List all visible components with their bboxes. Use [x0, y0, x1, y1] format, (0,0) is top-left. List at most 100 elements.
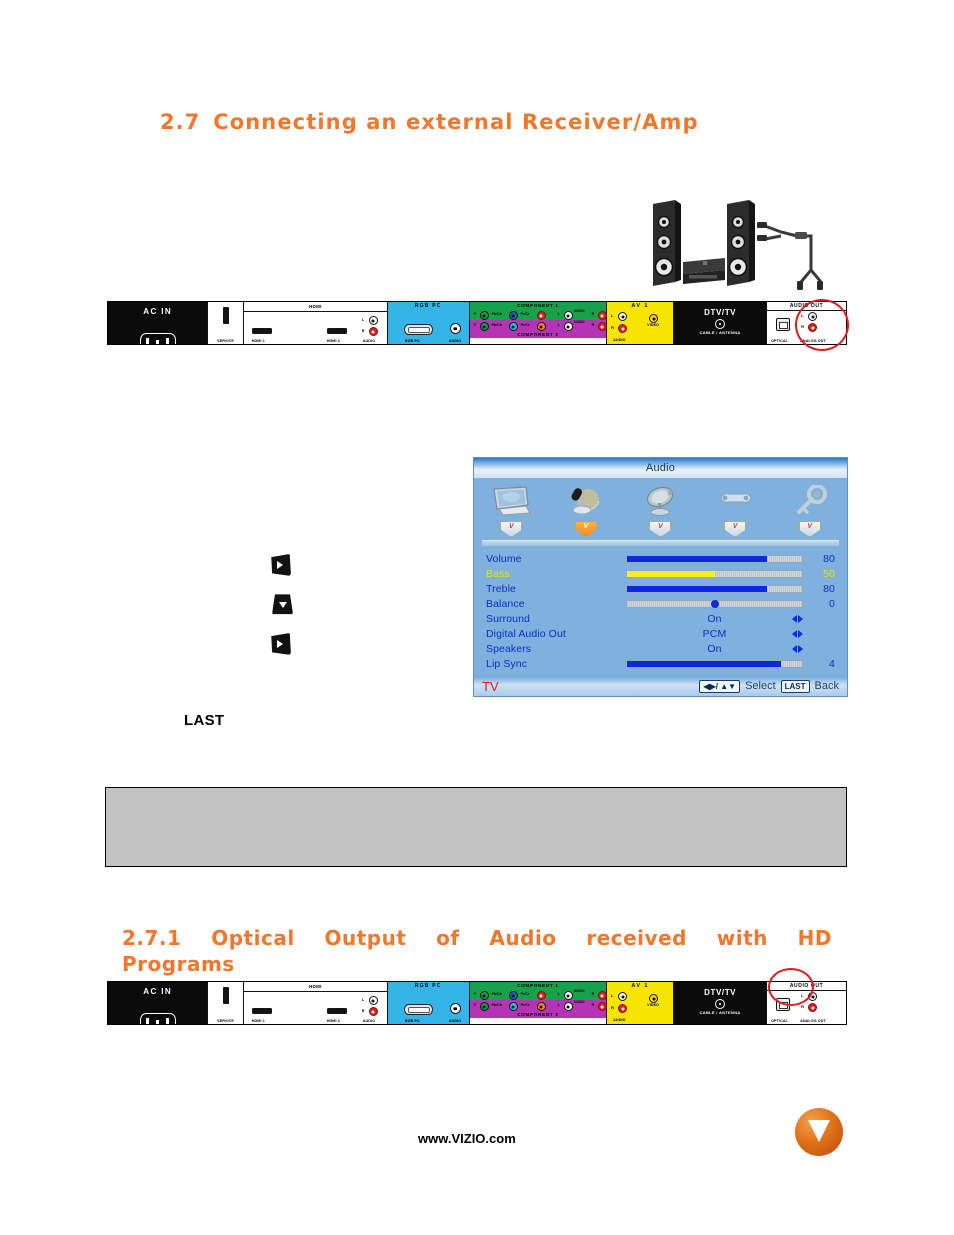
- service-port-icon: [222, 987, 229, 1004]
- hdmi-audio-r-jack-icon: [368, 1007, 378, 1016]
- av1-audio-l-label: L: [611, 993, 614, 998]
- osd-category-audio[interactable]: V: [555, 481, 617, 537]
- component1-pr-label: Pr/Cr: [520, 992, 530, 996]
- rgb-pc-audio-jack-icon: [449, 323, 461, 334]
- osd-row-balance[interactable]: Balance 0: [486, 596, 835, 611]
- analog-out-r-label: R: [801, 1004, 804, 1009]
- panel-zone-service: SERVICE: [208, 302, 244, 344]
- osd-value-balance: 0: [829, 597, 835, 610]
- osd-row-speakers[interactable]: Speakers On: [486, 641, 835, 656]
- ac-in-label: AC IN: [143, 307, 173, 316]
- last-key-icon: LAST: [780, 679, 810, 693]
- component1-audio-r-jack-icon: [597, 991, 607, 1000]
- component1-y-jack-icon: [479, 991, 489, 1000]
- hdmi2-label: HDMI 2: [326, 338, 340, 343]
- panel-zone-hdmi: HDMI HDMI 1 HDMI 2 L R AUDIO: [243, 302, 388, 344]
- osd-control-volume[interactable]: [626, 551, 803, 566]
- hdmi-audio-label: AUDIO: [362, 338, 376, 343]
- analog-out-label: ANALOG OUT: [800, 1018, 826, 1023]
- panel-zone-rgb-pc: RGB PC RGB PC AUDIO: [387, 302, 470, 344]
- footer-url[interactable]: www.VIZIO.com: [418, 1131, 516, 1146]
- right-speaker-icon: [727, 200, 755, 286]
- osd-category-tuner[interactable]: V: [629, 481, 691, 537]
- component2-jacks: Y Pb/Cb Pr/Cr L AUDIO R: [469, 1000, 607, 1011]
- component1-y-label: Y: [473, 312, 477, 316]
- tv-monitor-icon: [480, 481, 542, 521]
- osd-category-picture[interactable]: V: [480, 481, 542, 537]
- arrow-keys-icon: ◀▶/ ▲▼: [699, 679, 741, 693]
- section-2-7-1-line2: Programs: [122, 952, 235, 977]
- vizio-logo-icon: [795, 1108, 843, 1156]
- section-2-7-1-word-2: of: [436, 926, 460, 950]
- osd-back-hint: Back: [814, 680, 839, 692]
- component2-audio-r-jack-icon: [597, 322, 607, 331]
- optical-label: OPTICAL: [771, 338, 788, 343]
- panel-zone-ac-in: AC IN: [108, 302, 209, 344]
- component1-audio-label: AUDIO: [573, 309, 585, 313]
- left-right-arrows-icon[interactable]: [792, 629, 803, 638]
- receiver-amp-illustration: [645, 196, 845, 296]
- component2-audio-l-jack-icon: [563, 1002, 573, 1011]
- av1-audio-l-jack-icon: [618, 992, 628, 1001]
- osd-control-treble[interactable]: [626, 581, 803, 596]
- osd-row-volume[interactable]: Volume 80: [486, 551, 835, 566]
- osd-category-parental[interactable]: V: [779, 481, 841, 537]
- left-right-arrows-icon[interactable]: [792, 644, 803, 653]
- analog-out-l-label: L: [801, 313, 804, 318]
- remote-right-arrow-button-1[interactable]: [271, 554, 291, 576]
- component2-pr-label: Pr/Cr: [520, 323, 530, 327]
- service-port-icon: [222, 307, 229, 324]
- component2-audio-l-jack-icon: [563, 322, 573, 331]
- av1-audio-label: AUDIO: [613, 338, 626, 342]
- section-2-7-1-heading: 2.7.1 Optical Output of Audio received w…: [122, 925, 832, 978]
- component1-pb-jack-icon: [508, 991, 518, 1000]
- osd-control-digital-audio-out[interactable]: PCM: [626, 626, 803, 641]
- hdmi-section-label: HDMI: [243, 982, 387, 992]
- osd-value-surround: On: [707, 612, 722, 625]
- rgb-pc-port-label: RGB PC: [404, 1018, 420, 1023]
- osd-control-balance[interactable]: [626, 596, 803, 611]
- panel2-zone-ac-in: AC IN: [108, 982, 209, 1024]
- osd-settings-list: Volume 80 Bass 50 Treble 80 Balance 0 Su…: [474, 551, 847, 671]
- av1-audio-label: AUDIO: [613, 1018, 626, 1022]
- section-2-7-number: 2.7: [160, 110, 201, 134]
- optical-port-icon: [776, 318, 791, 331]
- osd-row-treble[interactable]: Treble 80: [486, 581, 835, 596]
- receiver-amp-icon: [683, 258, 725, 284]
- component1-pr-jack-icon: [536, 311, 546, 320]
- osd-row-bass[interactable]: Bass 50: [486, 566, 835, 581]
- osd-category-setup[interactable]: V: [704, 481, 766, 537]
- component1-audio-l-label: L: [557, 992, 560, 996]
- osd-value-digital-audio-out: PCM: [702, 627, 727, 640]
- osd-row-digital-audio-out[interactable]: Digital Audio Out PCM: [486, 626, 835, 641]
- osd-source-label: TV: [482, 678, 499, 694]
- remote-down-arrow-button[interactable]: [272, 594, 293, 615]
- osd-control-speakers[interactable]: On: [626, 641, 803, 656]
- osd-row-lip-sync[interactable]: Lip Sync 4: [486, 656, 835, 671]
- component1-y-jack-icon: [479, 311, 489, 320]
- hdmi1-port-icon: [251, 328, 272, 334]
- osd-control-surround[interactable]: On: [626, 611, 803, 626]
- optical-port-icon: [776, 998, 791, 1011]
- osd-row-surround[interactable]: Surround On: [486, 611, 835, 626]
- rgb-pc-audio-label: AUDIO: [448, 1018, 462, 1023]
- osd-title: Audio: [474, 458, 847, 478]
- component2-y-jack-icon: [479, 322, 489, 331]
- osd-control-lip-sync[interactable]: [626, 656, 803, 671]
- rgb-pc-section-label: RGB PC: [414, 303, 442, 309]
- optical-label: OPTICAL: [771, 1018, 788, 1023]
- section-2-7-1-word-1: Output: [324, 926, 407, 950]
- audio-out-section-label: AUDIO OUT: [767, 302, 846, 311]
- dtv-tv-label: DTV/TV: [704, 308, 737, 317]
- remote-right-arrow-button-2[interactable]: [271, 633, 291, 655]
- osd-control-bass[interactable]: [626, 566, 803, 581]
- component1-jacks: Y Pb/Cb Pr/Cr L AUDIO R: [469, 989, 607, 1000]
- rgb-pc-port-label: RGB PC: [404, 338, 420, 343]
- analog-out-label: ANALOG OUT: [800, 338, 826, 343]
- hdmi2-port-icon: [326, 1008, 347, 1014]
- component2-label: COMPONENT 2: [469, 1011, 607, 1018]
- section-2-7-1-word-3: Audio: [489, 926, 557, 950]
- left-right-arrows-icon[interactable]: [792, 614, 803, 623]
- service-label: SERVICE: [217, 1019, 234, 1023]
- section-2-7-1-word-4: received: [586, 926, 687, 950]
